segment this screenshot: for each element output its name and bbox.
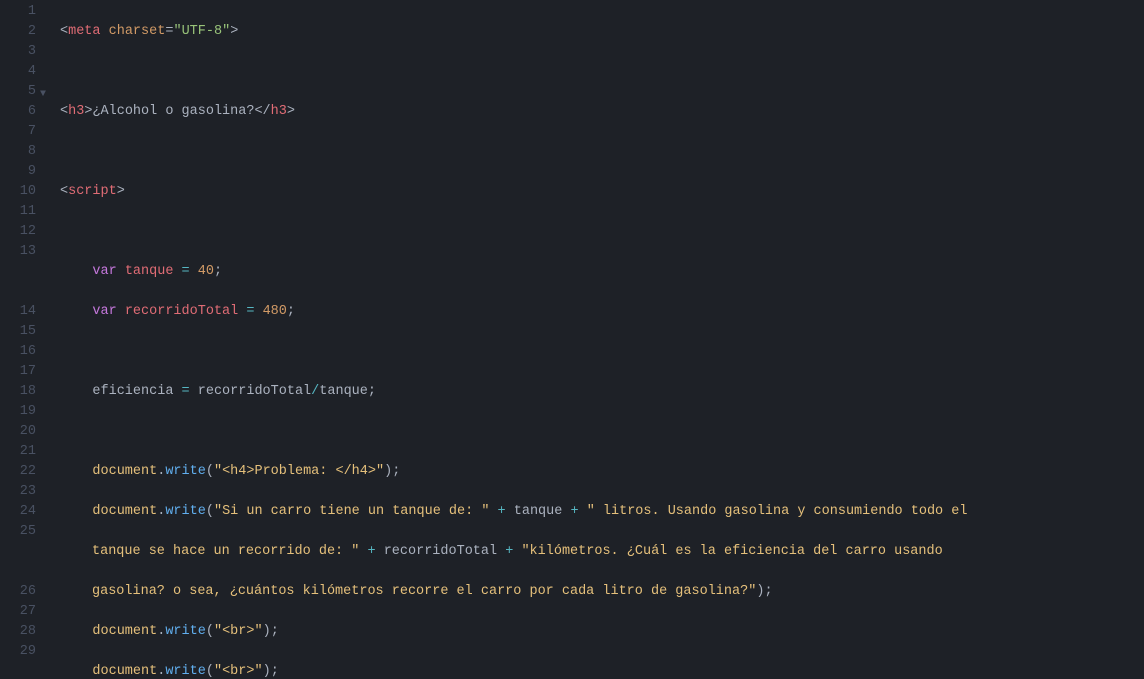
code-line: gasolina? o sea, ¿cuántos kilómetros rec… [60, 582, 1144, 602]
line-number: 12 [0, 222, 36, 242]
code-line: document.write("<h4>Problema: </h4>"); [60, 462, 1144, 482]
line-number: 25 [0, 522, 36, 542]
line-number: 29 [0, 642, 36, 662]
line-number [0, 282, 36, 302]
line-number: 1 [0, 2, 36, 22]
code-line: var recorridoTotal = 480; [60, 302, 1144, 322]
code-line: tanque se hace un recorrido de: " + reco… [60, 542, 1144, 562]
code-line [60, 422, 1144, 442]
line-number: 22 [0, 462, 36, 482]
line-number: 26 [0, 582, 36, 602]
line-number: 28 [0, 622, 36, 642]
line-number: 13 [0, 242, 36, 262]
fold-icon[interactable]: ▼ [40, 85, 46, 105]
line-number: 19 [0, 402, 36, 422]
code-line: document.write("<br>"); [60, 662, 1144, 679]
line-number: 2 [0, 22, 36, 42]
line-number: 16 [0, 342, 36, 362]
line-number: 11 [0, 202, 36, 222]
code-line [60, 142, 1144, 162]
code-line: document.write("Si un carro tiene un tan… [60, 502, 1144, 522]
line-number [0, 262, 36, 282]
line-number: 17 [0, 362, 36, 382]
code-line: <script> [60, 182, 1144, 202]
code-area[interactable]: <meta charset="UTF-8"> <h3>¿Alcohol o ga… [44, 0, 1144, 679]
gutter: 12345▼6789101112131415161718192021222324… [0, 0, 44, 679]
line-number: 14 [0, 302, 36, 322]
code-line: var tanque = 40; [60, 262, 1144, 282]
line-number: 10 [0, 182, 36, 202]
code-line [60, 62, 1144, 82]
line-number: 7 [0, 122, 36, 142]
line-number: 24 [0, 502, 36, 522]
line-number: 3 [0, 42, 36, 62]
line-number: 20 [0, 422, 36, 442]
line-number: 18 [0, 382, 36, 402]
code-line: <meta charset="UTF-8"> [60, 22, 1144, 42]
line-number: 8 [0, 142, 36, 162]
line-number [0, 542, 36, 562]
line-number: 15 [0, 322, 36, 342]
code-line: eficiencia = recorridoTotal/tanque; [60, 382, 1144, 402]
code-line: <h3>¿Alcohol o gasolina?</h3> [60, 102, 1144, 122]
line-number: 21 [0, 442, 36, 462]
line-number: 4 [0, 62, 36, 82]
line-number: 9 [0, 162, 36, 182]
code-line [60, 342, 1144, 362]
line-number: 23 [0, 482, 36, 502]
line-number: 6 [0, 102, 36, 122]
code-line: document.write("<br>"); [60, 622, 1144, 642]
line-number [0, 562, 36, 582]
line-number: 27 [0, 602, 36, 622]
code-line [60, 222, 1144, 242]
line-number: 5▼ [0, 82, 36, 102]
